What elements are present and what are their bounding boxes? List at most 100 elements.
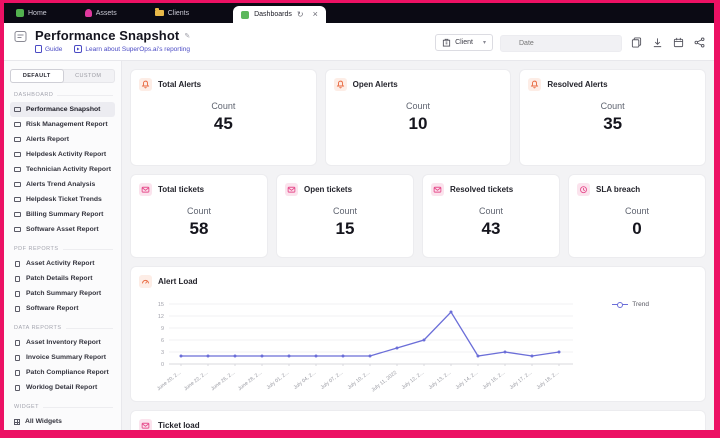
sidebar-item-software-report[interactable]: Software Report (10, 301, 115, 316)
metric-value: 35 (603, 114, 623, 133)
svg-text:July 04, 2...: July 04, 2... (293, 370, 318, 391)
monitor-icon (14, 197, 21, 202)
edit-icon[interactable]: ✎ (184, 32, 190, 40)
sidebar-item-patch-compliance-report[interactable]: Patch Compliance Report (10, 365, 115, 380)
sidebar-item-asset-activity-report[interactable]: Asset Activity Report (10, 256, 115, 271)
tab-home[interactable]: Home (6, 3, 57, 23)
metric-label: Count (624, 206, 650, 216)
sidebar-item-patch-details-report[interactable]: Patch Details Report (10, 271, 115, 286)
sidebar-toggle-icon[interactable] (14, 30, 27, 48)
svg-text:July 17, 2...: July 17, 2... (509, 370, 534, 391)
alert-bell-icon (528, 78, 542, 91)
legend-label: Trend (632, 301, 649, 308)
sidebar-item-risk-management-report[interactable]: Risk Management Report (10, 117, 115, 132)
schedule-button[interactable] (671, 35, 685, 49)
card-sla-breach[interactable]: SLA breach Count 0 (568, 174, 706, 258)
svg-text:June 22, 2...: June 22, 2... (183, 370, 209, 392)
card-open-tickets[interactable]: Open tickets Count 15 (276, 174, 414, 258)
card-title: Open tickets (304, 185, 353, 194)
svg-text:July 01, 2...: July 01, 2... (266, 370, 291, 391)
file-icon (15, 384, 20, 391)
monitor-icon (14, 227, 21, 232)
learn-reporting-link[interactable]: Learn about SuperOps.ai's reporting (74, 45, 190, 53)
tab-dashboards[interactable]: Dashboards ↻ × (233, 6, 326, 23)
monitor-icon (14, 152, 21, 157)
section-label-widget: WIDGET (14, 404, 113, 410)
metric-label: Count (211, 101, 236, 111)
reports-sidebar: DEFAULT CUSTOM DASHBOARD Performance Sna… (4, 61, 122, 430)
file-icon (15, 369, 20, 376)
guide-link[interactable]: Guide (35, 45, 62, 53)
sidebar-item-patch-summary-report[interactable]: Patch Summary Report (10, 286, 115, 301)
card-total-tickets[interactable]: Total tickets Count 58 (130, 174, 268, 258)
client-icon (442, 38, 451, 47)
alert-bell-icon (139, 78, 152, 91)
card-open-alerts[interactable]: Open Alerts Count 10 (324, 69, 512, 166)
card-title: Resolved tickets (450, 185, 514, 194)
chart-legend[interactable]: Trend (612, 301, 649, 308)
tab-clients[interactable]: Clients (145, 3, 199, 23)
dashboards-icon (241, 10, 250, 19)
report-icon (15, 275, 20, 282)
sidebar-item-worklog-detail-report[interactable]: Worklog Detail Report (10, 380, 115, 395)
monitor-icon (14, 137, 21, 142)
metric-value: 45 (213, 114, 233, 133)
share-button[interactable] (692, 35, 706, 49)
sidebar-item-technician-activity-report[interactable]: Technician Activity Report (10, 162, 115, 177)
chart-title: Alert Load (158, 277, 198, 286)
svg-text:3: 3 (161, 350, 164, 356)
card-resolved-tickets[interactable]: Resolved tickets Count 43 (422, 174, 560, 258)
report-icon (15, 260, 20, 267)
sidebar-item-billing-summary-report[interactable]: Billing Summary Report (10, 207, 115, 222)
sidebar-item-helpdesk-ticket-trends[interactable]: Helpdesk Ticket Trends (10, 192, 115, 207)
svg-text:6: 6 (161, 338, 164, 344)
sidebar-mode-switch: DEFAULT CUSTOM (10, 69, 115, 83)
sidebar-item-alerts-report[interactable]: Alerts Report (10, 132, 115, 147)
svg-text:July 18, 2...: July 18, 2... (536, 370, 561, 391)
monitor-icon (14, 182, 21, 187)
card-title: Resolved Alerts (547, 80, 608, 89)
svg-text:July 10, 2...: July 10, 2... (347, 370, 372, 391)
report-icon (15, 290, 20, 297)
sla-clock-icon (577, 183, 590, 196)
section-label-pdf-reports: PDF REPORTS (14, 246, 113, 252)
dashboard-content: Total Alerts Count 45 Open Alerts Count … (122, 61, 714, 430)
refresh-icon[interactable]: ↻ (297, 10, 304, 19)
card-total-alerts[interactable]: Total Alerts Count 45 (130, 69, 317, 166)
widgets-icon (14, 418, 20, 425)
clone-button[interactable] (629, 35, 643, 49)
tab-assets[interactable]: Assets (75, 3, 127, 23)
card-resolved-alerts[interactable]: Resolved Alerts Count 35 (519, 69, 707, 166)
tab-label: Dashboards (254, 11, 292, 18)
alert-bell-icon (333, 78, 347, 91)
sidebar-item-helpdesk-activity-report[interactable]: Helpdesk Activity Report (10, 147, 115, 162)
monitor-icon (14, 122, 21, 127)
sidebar-item-software-asset-report[interactable]: Software Asset Report (10, 222, 115, 237)
tab-label: Assets (95, 9, 117, 17)
svg-text:June 26, 2...: June 26, 2... (210, 370, 236, 392)
svg-text:July 12, 2...: July 12, 2... (401, 370, 426, 391)
close-icon[interactable]: × (313, 10, 318, 19)
sidebar-item-performance-snapshot[interactable]: Performance Snapshot (10, 102, 115, 117)
sidebar-item-invoice-summary-report[interactable]: Invoice Summary Report (10, 350, 115, 365)
monitor-icon (14, 107, 21, 112)
report-icon (15, 305, 20, 312)
app-window: Home Assets Clients Dashboards ↻ × Perfo… (0, 0, 720, 438)
client-filter-select[interactable]: Client ▾ (435, 33, 493, 51)
download-button[interactable] (650, 35, 664, 49)
metric-label: Count (405, 101, 431, 111)
sidebar-item-alerts-trend-analysis[interactable]: Alerts Trend Analysis (10, 177, 115, 192)
tab-custom[interactable]: CUSTOM (63, 70, 115, 82)
svg-text:July 13, 2...: July 13, 2... (428, 370, 453, 391)
sidebar-item-asset-inventory-report[interactable]: Asset Inventory Report (10, 335, 115, 350)
metric-value: 10 (408, 114, 428, 133)
tab-default[interactable]: DEFAULT (10, 69, 64, 83)
ticket-icon (139, 183, 152, 196)
svg-text:June 20, 2...: June 20, 2... (156, 370, 182, 392)
card-title: Total Alerts (158, 80, 202, 89)
date-filter-input[interactable] (500, 35, 622, 52)
metric-label: Count (332, 206, 358, 216)
play-icon (74, 45, 83, 53)
sidebar-item-all-widgets[interactable]: All Widgets (10, 414, 115, 429)
home-icon (16, 9, 24, 17)
